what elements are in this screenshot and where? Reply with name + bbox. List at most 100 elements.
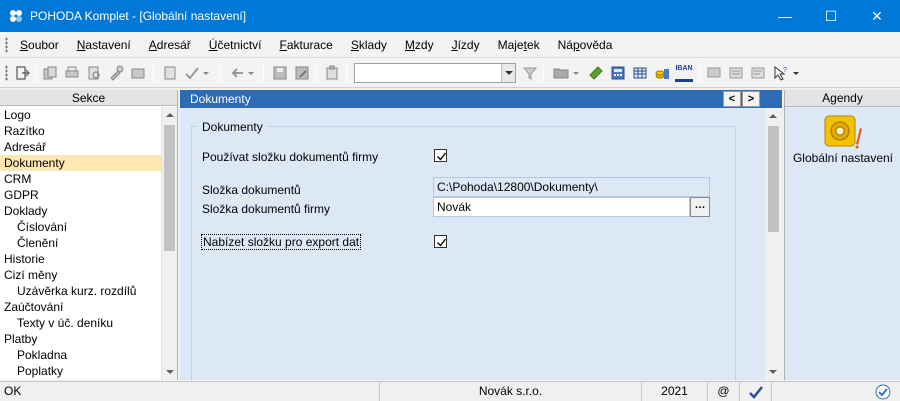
copy-record-icon[interactable] [42, 65, 58, 81]
menu-fakturace[interactable]: Fakturace [269, 37, 340, 53]
menu-item-text: ek [526, 38, 540, 52]
sekce-item[interactable]: Adresář [0, 139, 162, 155]
scroll-up-arrow[interactable] [162, 107, 178, 123]
menu-napoveda[interactable]: Nápověda [548, 37, 621, 53]
toolbar-grip[interactable] [5, 65, 8, 81]
maximize-button[interactable]: ☐ [808, 0, 854, 32]
nav-next-button[interactable]: > [742, 91, 760, 107]
menu-item-text: zdy [414, 38, 434, 52]
chevron-down-icon[interactable] [792, 65, 800, 81]
filter-icon[interactable] [522, 65, 538, 81]
print-icon[interactable] [64, 65, 80, 81]
pen-check-icon [749, 386, 763, 399]
save-icon[interactable] [272, 65, 288, 81]
browse-folder-button[interactable]: … [690, 197, 710, 217]
menu-item-text: četnictví [217, 38, 262, 52]
group-title: Dokumenty [198, 120, 267, 134]
sekce-item[interactable]: Razítko [0, 123, 162, 139]
check-tool-icon[interactable] [184, 65, 200, 81]
menu-grip[interactable] [5, 37, 8, 53]
menu-bar: Soubor Nastavení Adresář Účetnictví Fakturac… [0, 32, 900, 58]
sekce-item[interactable]: Pokladna [0, 347, 162, 363]
menu-majetek[interactable]: Majetek [488, 37, 548, 53]
scroll-down-arrow[interactable] [162, 364, 178, 380]
help-pointer-icon[interactable]: ? [772, 65, 788, 81]
sekce-item[interactable]: Platby [0, 331, 162, 347]
report-icon[interactable] [750, 65, 766, 81]
sekce-item[interactable]: GDPR [0, 187, 162, 203]
menu-item-accesskey: M [404, 38, 415, 52]
exit-door-icon[interactable] [14, 65, 30, 81]
status-at: @ [708, 382, 740, 401]
menu-item-text: Maje [497, 38, 524, 52]
sekce-item[interactable]: Poplatky [0, 363, 162, 379]
tools-icon[interactable] [108, 65, 124, 81]
list-icon[interactable] [728, 65, 744, 81]
main-menu: Soubor Nastavení Adresář Účetnictví Fakturac… [10, 37, 620, 53]
payment-icon[interactable] [588, 65, 604, 81]
sekce-item[interactable]: Zaúčtování [0, 299, 162, 315]
sekce-scrollbar[interactable] [161, 107, 177, 380]
agenda-item-label[interactable]: Globální nastavení [785, 151, 900, 165]
scroll-thumb[interactable] [164, 125, 175, 251]
scroll-up-arrow[interactable] [765, 108, 781, 124]
sekce-item[interactable]: Logo [0, 107, 162, 123]
nav-prev-button[interactable]: < [723, 91, 741, 107]
menu-soubor[interactable]: Soubor [10, 37, 67, 53]
status-company: Novák s.r.o. [380, 382, 642, 401]
sekce-item[interactable]: Cizí měny [0, 267, 162, 283]
status-check[interactable] [740, 382, 772, 401]
folder-icon[interactable] [553, 65, 569, 81]
combo-dropdown-button[interactable] [501, 64, 515, 82]
chevron-down-icon[interactable] [202, 65, 210, 81]
sekce-item[interactable]: Dokumenty [0, 155, 162, 171]
menu-adresar[interactable]: Adresář [139, 37, 199, 53]
iban-icon[interactable]: IBAN [675, 64, 693, 82]
sekce-item[interactable]: Číslování [0, 219, 162, 235]
menu-jizdy[interactable]: Jízdy [442, 37, 488, 53]
sekce-item[interactable]: Uzávěrka kurz. rozdílů [0, 283, 162, 299]
close-button[interactable]: ✕ [854, 0, 900, 32]
message-icon[interactable] [706, 65, 722, 81]
menu-nastaveni[interactable]: Nastavení [67, 37, 139, 53]
main-scrollbar[interactable] [765, 108, 782, 380]
menu-item-accesskey: S [350, 38, 359, 52]
global-settings-gear-icon[interactable] [823, 114, 863, 150]
menu-ucetnictvi[interactable]: Účetnictví [199, 37, 270, 53]
chevron-down-icon[interactable] [572, 65, 580, 81]
table-icon[interactable] [632, 65, 648, 81]
save-edit-icon[interactable] [294, 65, 310, 81]
title-bar[interactable]: POHODA Komplet - [Globální nastavení] — … [0, 0, 900, 32]
status-ok-icon[interactable] [875, 384, 891, 400]
pohoda-app-icon[interactable] [8, 8, 24, 24]
scroll-down-arrow[interactable] [765, 364, 781, 380]
menu-item-text: ízdy [457, 38, 480, 52]
back-arrow-icon[interactable] [229, 65, 245, 81]
status-empty [772, 382, 872, 401]
sekce-item[interactable]: Texty v úč. deníku [0, 315, 162, 331]
sekce-item[interactable]: Doklady [0, 203, 162, 219]
use-company-folder-checkbox[interactable] [434, 149, 447, 162]
document-icon[interactable] [162, 65, 178, 81]
sekce-item[interactable]: CRM [0, 171, 162, 187]
sekce-item[interactable]: Historie [0, 251, 162, 267]
calculator-icon[interactable] [610, 65, 626, 81]
sekce-item[interactable]: Členění [0, 235, 162, 251]
minimize-button[interactable]: — [762, 0, 808, 32]
menu-mzdy[interactable]: Mzdy [395, 37, 442, 53]
export-folder-checkbox[interactable] [434, 235, 447, 248]
toolbar-search-combo[interactable] [354, 63, 516, 83]
print-preview-icon[interactable] [86, 65, 102, 81]
group-frame [191, 126, 736, 386]
clipboard-icon[interactable] [324, 65, 340, 81]
sekce-list: Logo Razítko Adresář Dokumenty CRM GDPR Doklad… [0, 107, 162, 379]
use-company-folder-label: Používat složku dokumentů firmy [202, 150, 379, 164]
export-icon[interactable] [130, 65, 146, 81]
menu-sklady[interactable]: Sklady [341, 37, 395, 53]
coins-icon[interactable] [654, 65, 670, 81]
toolbar: IBAN ? [0, 58, 900, 88]
scroll-thumb[interactable] [768, 126, 779, 232]
menu-item-accesskey: F [279, 38, 287, 52]
company-folder-input[interactable]: Novák [433, 197, 690, 217]
chevron-down-icon[interactable] [247, 65, 255, 81]
